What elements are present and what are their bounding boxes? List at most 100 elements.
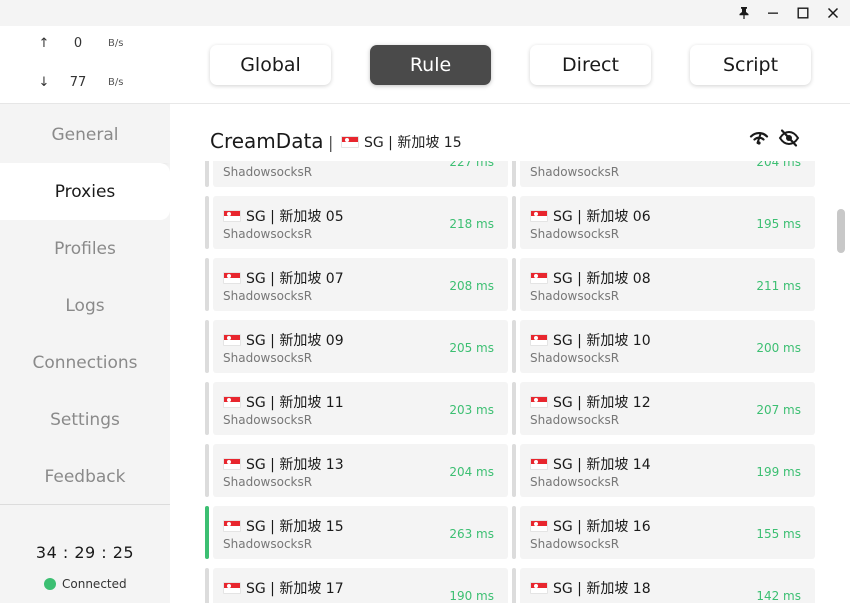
mode-rule-button[interactable]: Rule bbox=[370, 45, 491, 85]
connection-status: Connected bbox=[44, 577, 127, 591]
close-icon[interactable] bbox=[823, 3, 843, 23]
upload-value: 0 bbox=[73, 36, 83, 51]
proxy-delay[interactable]: 203 ms bbox=[449, 403, 494, 417]
group-name[interactable]: CreamData bbox=[210, 129, 324, 153]
sidebar-item-connections[interactable]: Connections bbox=[0, 334, 170, 391]
proxy-card[interactable]: ShadowsocksR 204 ms bbox=[512, 161, 815, 187]
sidebar-item-feedback[interactable]: Feedback bbox=[0, 448, 170, 505]
eye-off-icon[interactable] bbox=[778, 127, 800, 149]
mode-bar: Global Rule Direct Script bbox=[170, 26, 850, 104]
proxy-delay[interactable]: 205 ms bbox=[449, 341, 494, 355]
proxy-name: SG | 新加坡 07 bbox=[223, 268, 344, 288]
selection-indicator bbox=[512, 161, 516, 187]
sg-flag-icon bbox=[530, 520, 548, 532]
selection-indicator bbox=[205, 568, 209, 603]
group-separator: | bbox=[328, 133, 334, 152]
sg-flag-icon bbox=[223, 396, 241, 408]
pin-icon[interactable] bbox=[734, 3, 754, 23]
proxy-group-header: CreamData | SG | 新加坡 15 bbox=[170, 105, 850, 161]
sidebar-item-proxies[interactable]: Proxies bbox=[0, 163, 170, 220]
proxy-delay[interactable]: 227 ms bbox=[449, 161, 494, 169]
sg-flag-icon bbox=[530, 272, 548, 284]
title-bar bbox=[0, 0, 850, 26]
proxy-card[interactable]: SG | 新加坡 18 142 ms bbox=[512, 568, 815, 603]
proxy-delay[interactable]: 142 ms bbox=[756, 589, 801, 603]
proxy-type: ShadowsocksR bbox=[223, 351, 313, 365]
sg-flag-icon bbox=[223, 210, 241, 222]
wifi-latency-icon[interactable] bbox=[748, 127, 770, 149]
proxy-delay[interactable]: 211 ms bbox=[756, 279, 801, 293]
proxy-delay[interactable]: 155 ms bbox=[756, 527, 801, 541]
proxy-type: ShadowsocksR bbox=[530, 475, 620, 489]
proxy-name: SG | 新加坡 16 bbox=[530, 516, 651, 536]
proxy-card[interactable]: ShadowsocksR 227 ms bbox=[205, 161, 508, 187]
proxy-type: ShadowsocksR bbox=[223, 165, 313, 179]
selection-indicator bbox=[205, 320, 209, 373]
proxy-type: ShadowsocksR bbox=[223, 413, 313, 427]
sg-flag-icon bbox=[341, 136, 359, 148]
proxy-card-selected[interactable]: SG | 新加坡 15 ShadowsocksR 263 ms bbox=[205, 506, 508, 559]
sidebar-item-logs[interactable]: Logs bbox=[0, 277, 170, 334]
mode-global-button[interactable]: Global bbox=[210, 45, 331, 85]
selection-indicator bbox=[205, 258, 209, 311]
proxy-delay[interactable]: 199 ms bbox=[756, 465, 801, 479]
proxy-card[interactable]: SG | 新加坡 13 ShadowsocksR 204 ms bbox=[205, 444, 508, 497]
proxy-list[interactable]: ShadowsocksR 227 ms ShadowsocksR 204 ms … bbox=[170, 161, 850, 603]
selection-indicator bbox=[512, 258, 516, 311]
selection-indicator bbox=[512, 444, 516, 497]
upload-unit: B/s bbox=[108, 38, 124, 49]
proxy-card[interactable]: SG | 新加坡 08 ShadowsocksR 211 ms bbox=[512, 258, 815, 311]
proxy-card[interactable]: SG | 新加坡 10 ShadowsocksR 200 ms bbox=[512, 320, 815, 373]
proxy-type: ShadowsocksR bbox=[530, 165, 620, 179]
selection-indicator bbox=[512, 506, 516, 559]
sidebar-item-general[interactable]: General bbox=[0, 106, 170, 163]
maximize-icon[interactable] bbox=[793, 3, 813, 23]
selection-indicator bbox=[205, 444, 209, 497]
selection-indicator bbox=[512, 568, 516, 603]
selection-indicator bbox=[205, 382, 209, 435]
proxy-delay[interactable]: 207 ms bbox=[756, 403, 801, 417]
selection-indicator bbox=[512, 320, 516, 373]
sg-flag-icon bbox=[223, 272, 241, 284]
connection-dot-icon bbox=[44, 578, 56, 590]
mode-direct-button[interactable]: Direct bbox=[530, 45, 651, 85]
proxy-card[interactable]: SG | 新加坡 11 ShadowsocksR 203 ms bbox=[205, 382, 508, 435]
download-unit: B/s bbox=[108, 77, 124, 88]
sg-flag-icon bbox=[223, 520, 241, 532]
proxy-card[interactable]: SG | 新加坡 06 ShadowsocksR 195 ms bbox=[512, 196, 815, 249]
group-selected-label: SG | 新加坡 15 bbox=[364, 135, 462, 151]
download-value: 77 bbox=[69, 75, 87, 90]
sidebar-item-profiles[interactable]: Profiles bbox=[0, 220, 170, 277]
mode-script-button[interactable]: Script bbox=[690, 45, 811, 85]
minimize-icon[interactable] bbox=[763, 3, 783, 23]
uptime-clock: 34 : 29 : 25 bbox=[35, 543, 135, 562]
proxy-delay[interactable]: 208 ms bbox=[449, 279, 494, 293]
proxy-delay[interactable]: 190 ms bbox=[449, 589, 494, 603]
proxy-delay[interactable]: 263 ms bbox=[449, 527, 494, 541]
sg-flag-icon bbox=[223, 334, 241, 346]
proxy-card[interactable]: SG | 新加坡 12 ShadowsocksR 207 ms bbox=[512, 382, 815, 435]
proxy-delay[interactable]: 204 ms bbox=[756, 161, 801, 169]
proxy-delay[interactable]: 195 ms bbox=[756, 217, 801, 231]
sidebar: ↑ 0 B/s ↓ 77 B/s General Proxies Profile… bbox=[0, 26, 170, 603]
sidebar-item-settings[interactable]: Settings bbox=[0, 391, 170, 448]
scrollbar[interactable] bbox=[837, 209, 845, 253]
proxy-card[interactable]: SG | 新加坡 09 ShadowsocksR 205 ms bbox=[205, 320, 508, 373]
proxy-type: ShadowsocksR bbox=[223, 227, 313, 241]
proxy-delay[interactable]: 200 ms bbox=[756, 341, 801, 355]
proxy-name: SG | 新加坡 14 bbox=[530, 454, 651, 474]
proxy-card[interactable]: SG | 新加坡 16 ShadowsocksR 155 ms bbox=[512, 506, 815, 559]
main-panel: Global Rule Direct Script CreamData | SG… bbox=[170, 26, 850, 603]
proxy-card[interactable]: SG | 新加坡 05 ShadowsocksR 218 ms bbox=[205, 196, 508, 249]
proxy-type: ShadowsocksR bbox=[223, 289, 313, 303]
proxy-delay[interactable]: 218 ms bbox=[449, 217, 494, 231]
proxy-card[interactable]: SG | 新加坡 17 190 ms bbox=[205, 568, 508, 603]
proxy-type: ShadowsocksR bbox=[530, 289, 620, 303]
proxy-card[interactable]: SG | 新加坡 07 ShadowsocksR 208 ms bbox=[205, 258, 508, 311]
selection-indicator bbox=[205, 196, 209, 249]
proxy-card[interactable]: SG | 新加坡 14 ShadowsocksR 199 ms bbox=[512, 444, 815, 497]
sg-flag-icon bbox=[530, 210, 548, 222]
upload-arrow-icon: ↑ bbox=[38, 36, 50, 51]
proxy-delay[interactable]: 204 ms bbox=[449, 465, 494, 479]
status-panel: 34 : 29 : 25 Connected bbox=[0, 504, 170, 603]
